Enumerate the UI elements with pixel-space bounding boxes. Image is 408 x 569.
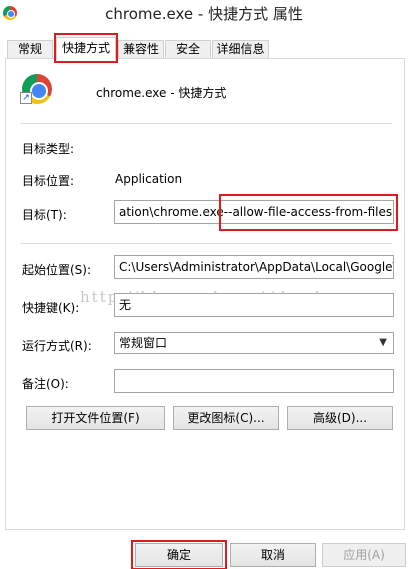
run-select[interactable]: 常规窗口 ▼ <box>114 332 394 354</box>
open-location-button[interactable]: 打开文件位置(F) <box>26 406 165 430</box>
target-label: 目标(T): <box>22 208 67 222</box>
change-icon-button[interactable]: 更改图标(C)... <box>173 406 279 430</box>
cancel-button[interactable]: 取消 <box>230 543 316 567</box>
start-in-label: 起始位置(S): <box>22 263 92 277</box>
tab-highlight-box <box>54 33 118 63</box>
tab-security[interactable]: 安全 <box>165 40 211 59</box>
chevron-down-icon: ▼ <box>379 337 387 348</box>
run-value: 常规窗口 <box>119 336 168 350</box>
divider <box>20 243 392 244</box>
shortcut-key-label: 快捷键(K): <box>22 301 80 315</box>
advanced-button[interactable]: 高级(D)... <box>287 406 393 430</box>
target-highlight-box <box>219 194 398 231</box>
target-type-label: 目标类型: <box>22 142 75 156</box>
apply-button[interactable]: 应用(A) <box>322 543 406 567</box>
shortcut-name: chrome.exe - 快捷方式 <box>96 86 227 100</box>
ok-highlight-box <box>131 540 227 569</box>
comment-label: 备注(O): <box>22 377 69 391</box>
tab-details[interactable]: 详细信息 <box>212 40 269 59</box>
start-in-input[interactable]: C:\Users\Administrator\AppData\Local\Goo… <box>114 255 394 279</box>
tab-compatibility[interactable]: 兼容性 <box>118 40 164 59</box>
shortcut-key-input[interactable]: 无 <box>114 293 394 317</box>
shortcut-arrow-icon: ↗ <box>20 92 32 104</box>
target-value-part1: ation\chrome.exe <box>119 205 224 219</box>
divider <box>20 123 392 124</box>
comment-input[interactable] <box>114 369 394 393</box>
window-title: chrome.exe - 快捷方式 属性 <box>105 5 303 23</box>
target-location-label: 目标位置: <box>22 174 75 188</box>
run-label: 运行方式(R): <box>22 339 92 353</box>
tab-general[interactable]: 常规 <box>7 40 53 59</box>
target-location-value: Application <box>115 172 183 186</box>
